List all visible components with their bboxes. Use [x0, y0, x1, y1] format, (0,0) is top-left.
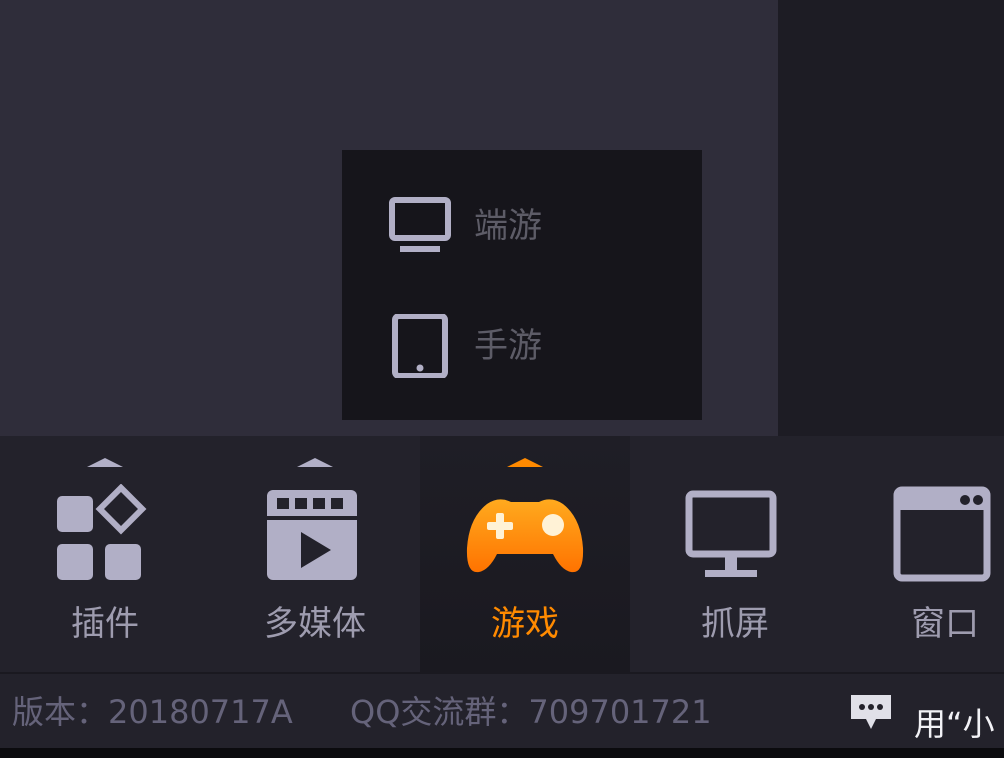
monitor-icon: [685, 490, 777, 577]
menu-item-mobile-game[interactable]: 手游: [342, 290, 702, 400]
game-type-menu: 端游 手游: [342, 150, 702, 420]
chat-bubble-icon[interactable]: [848, 692, 894, 732]
caret-up-icon: [297, 458, 333, 467]
caret-up-icon: [507, 458, 543, 467]
plugins-grid-icon: [57, 484, 147, 580]
gamepad-icon: [466, 499, 584, 573]
tool-window[interactable]: 窗口: [840, 436, 1004, 672]
status-bar: 版本：20180717A QQ交流群：709701721 用“小: [0, 672, 1004, 758]
feedback-link[interactable]: 用“小: [914, 704, 1004, 744]
menu-item-pc-game-label: 端游: [474, 206, 542, 246]
menu-item-mobile-game-label: 手游: [474, 326, 542, 366]
tool-window-label: 窗口: [911, 604, 979, 644]
tool-screen-capture-label: 抓屏: [701, 604, 769, 644]
caret-up-icon: [87, 458, 123, 467]
tool-plugins-label: 插件: [71, 604, 139, 644]
tool-multimedia[interactable]: 多媒体: [210, 436, 420, 672]
version-text: 版本：20180717A: [12, 693, 293, 731]
tool-multimedia-label: 多媒体: [264, 604, 366, 644]
side-panel: [778, 0, 1004, 436]
menu-item-pc-game[interactable]: 端游: [342, 170, 702, 280]
tool-screen-capture[interactable]: 抓屏: [630, 436, 840, 672]
bottom-edge: [0, 748, 1004, 758]
tool-games-label: 游戏: [491, 604, 559, 644]
window-icon: [893, 486, 991, 582]
tablet-icon: [392, 314, 448, 378]
tool-games[interactable]: 游戏: [420, 436, 630, 672]
tool-plugins[interactable]: 插件: [0, 436, 210, 672]
bottom-toolbar: 插件 多媒体 游戏 抓屏 窗口: [0, 436, 1004, 672]
monitor-icon: [389, 197, 451, 252]
media-clapper-icon: [267, 490, 357, 580]
qq-group-text: QQ交流群：709701721: [350, 693, 712, 731]
